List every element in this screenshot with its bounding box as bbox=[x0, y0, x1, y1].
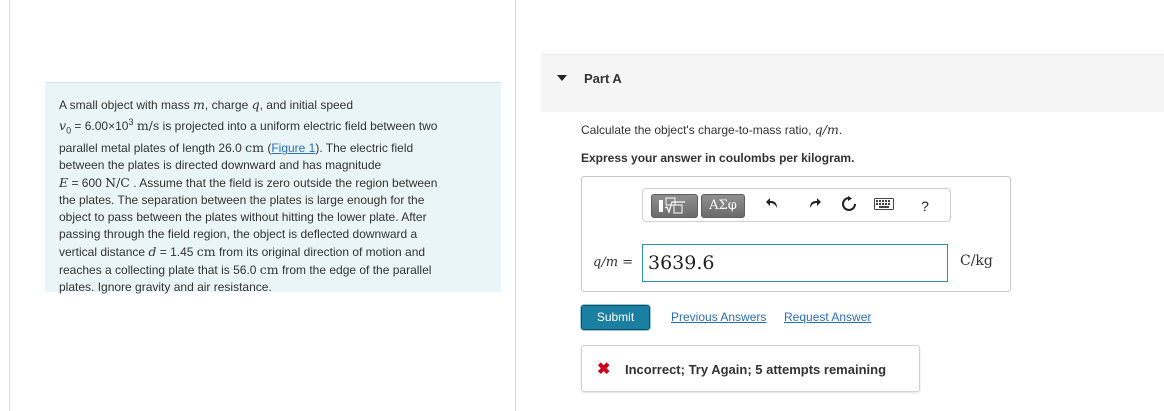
problem-line: the plates. The separation between the p… bbox=[59, 193, 425, 208]
text: A small object with mass bbox=[59, 98, 194, 112]
problem-line: between the plates is directed downward … bbox=[59, 158, 382, 173]
problem-line: A small object with mass m, charge q, an… bbox=[59, 96, 487, 114]
question-text: Calculate the object's charge-to-mass ra… bbox=[581, 122, 842, 137]
templates-icon bbox=[659, 197, 685, 214]
collapse-triangle-icon[interactable] bbox=[557, 75, 567, 81]
submit-button[interactable]: Submit bbox=[581, 305, 650, 330]
text: is projected into a uniform electric fie… bbox=[159, 119, 438, 133]
reset-icon[interactable] bbox=[839, 196, 859, 216]
text: , and initial speed bbox=[259, 98, 354, 112]
unit: m/s bbox=[136, 118, 160, 133]
ratio-var: q/m bbox=[814, 122, 839, 137]
feedback-text: Incorrect; Try Again; 5 attempts remaini… bbox=[625, 362, 887, 377]
help-icon[interactable]: ? bbox=[915, 196, 935, 216]
text: from its original direction of motion an… bbox=[215, 245, 426, 260]
speed-var: v bbox=[59, 118, 67, 133]
keyboard-icon[interactable] bbox=[874, 196, 894, 216]
text: vertical distance bbox=[59, 245, 149, 260]
greek-letters-button[interactable]: ΑΣφ bbox=[701, 194, 745, 218]
text: Calculate the object's charge-to-mass ra… bbox=[581, 123, 815, 137]
text: = 600 bbox=[68, 176, 106, 191]
undo-icon[interactable] bbox=[763, 196, 783, 216]
problem-line: parallel metal plates of length 26.0 cm … bbox=[59, 139, 487, 157]
problem-line: plates. Ignore gravity and air resistanc… bbox=[59, 280, 272, 295]
incorrect-x-icon: ✖ bbox=[597, 361, 611, 378]
text: = 6.00×10 bbox=[71, 119, 129, 133]
problem-line: object to pass between the plates withou… bbox=[59, 210, 427, 225]
column-divider bbox=[515, 0, 516, 411]
part-header[interactable]: Part A bbox=[541, 54, 1164, 112]
part-title: Part A bbox=[584, 71, 622, 86]
mass-var: m bbox=[193, 97, 205, 112]
problem-statement: A small object with mass m, charge q, an… bbox=[45, 82, 501, 294]
unit: cm bbox=[245, 140, 264, 156]
figure-link[interactable]: Figure 1 bbox=[271, 141, 315, 155]
previous-answers-link[interactable]: Previous Answers bbox=[671, 310, 766, 324]
text: = 1.45 bbox=[156, 245, 197, 260]
text: reaches a collecting plate that is 56.0 bbox=[59, 263, 260, 278]
unit: cm bbox=[259, 262, 279, 278]
unit: cm bbox=[196, 244, 216, 260]
problem-line: passing through the field region, the ob… bbox=[59, 227, 418, 242]
field-var: E bbox=[59, 175, 69, 191]
math-toolbar: ΑΣφ ? bbox=[642, 188, 951, 222]
problem-line: reaches a collecting plate that is 56.0 … bbox=[59, 261, 487, 279]
answer-instruction: Express your answer in coulombs per kilo… bbox=[581, 151, 855, 165]
answer-unit: C/kg bbox=[960, 253, 993, 269]
feedback-box: ✖ Incorrect; Try Again; 5 attempts remai… bbox=[581, 345, 920, 392]
problem-line: v0 = 6.00×103 m/s is projected into a un… bbox=[59, 114, 487, 139]
text: . bbox=[838, 123, 843, 137]
left-border bbox=[9, 0, 10, 411]
text: from the edge of the parallel bbox=[278, 263, 432, 278]
text: ). The electric field bbox=[315, 141, 414, 156]
problem-line: vertical distance d = 1.45 cm from its o… bbox=[59, 243, 487, 261]
request-answer-link[interactable]: Request Answer bbox=[784, 310, 871, 324]
unit: N/C bbox=[105, 175, 130, 191]
answer-input[interactable] bbox=[642, 244, 948, 282]
charge-var: q bbox=[251, 97, 260, 112]
text: parallel metal plates of length 26.0 bbox=[59, 141, 246, 156]
exponent: 3 bbox=[128, 117, 134, 127]
redo-icon[interactable] bbox=[804, 196, 824, 216]
answer-box: ΑΣφ ? q/m = C/kg bbox=[581, 176, 1011, 292]
text: . Assume that the field is zero outside … bbox=[129, 176, 438, 191]
answer-label: q/m = bbox=[593, 255, 634, 270]
problem-line: E = 600 N/C . Assume that the field is z… bbox=[59, 174, 487, 192]
text: , charge bbox=[204, 98, 252, 112]
templates-button[interactable] bbox=[651, 194, 698, 218]
